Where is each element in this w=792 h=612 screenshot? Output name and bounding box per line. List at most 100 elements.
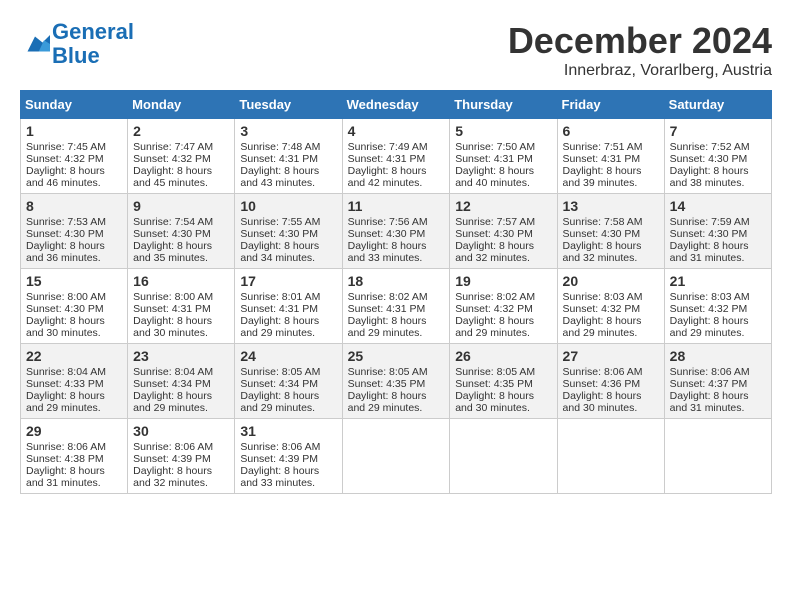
calendar-body: 1Sunrise: 7:45 AMSunset: 4:32 PMDaylight…	[21, 119, 772, 494]
cell-line: and 31 minutes.	[670, 402, 766, 414]
day-number: 19	[455, 273, 551, 289]
cell-line: and 34 minutes.	[240, 252, 336, 264]
cell-line: Sunset: 4:31 PM	[563, 153, 659, 165]
cell-line: Sunrise: 8:06 AM	[26, 441, 122, 453]
cell-line: and 36 minutes.	[26, 252, 122, 264]
calendar-cell	[557, 419, 664, 494]
logo: General Blue	[20, 20, 134, 68]
cell-line: Sunset: 4:30 PM	[563, 228, 659, 240]
cell-line: Daylight: 8 hours	[670, 315, 766, 327]
cell-line: Sunrise: 8:00 AM	[133, 291, 229, 303]
cell-line: Daylight: 8 hours	[455, 165, 551, 177]
day-number: 22	[26, 348, 122, 364]
cell-line: Sunset: 4:34 PM	[133, 378, 229, 390]
cell-line: Daylight: 8 hours	[240, 165, 336, 177]
day-number: 17	[240, 273, 336, 289]
calendar-cell: 15Sunrise: 8:00 AMSunset: 4:30 PMDayligh…	[21, 269, 128, 344]
cell-line: Sunset: 4:38 PM	[26, 453, 122, 465]
day-number: 28	[670, 348, 766, 364]
cell-line: Sunrise: 7:51 AM	[563, 141, 659, 153]
cell-line: and 32 minutes.	[133, 477, 229, 489]
cell-line: and 33 minutes.	[348, 252, 445, 264]
cell-line: Sunrise: 8:00 AM	[26, 291, 122, 303]
calendar-week-row: 1Sunrise: 7:45 AMSunset: 4:32 PMDaylight…	[21, 119, 772, 194]
cell-line: and 31 minutes.	[670, 252, 766, 264]
day-number: 8	[26, 198, 122, 214]
day-number: 15	[26, 273, 122, 289]
cell-line: Sunset: 4:31 PM	[455, 153, 551, 165]
cell-line: Sunset: 4:31 PM	[133, 303, 229, 315]
cell-line: Sunset: 4:39 PM	[240, 453, 336, 465]
calendar-cell: 7Sunrise: 7:52 AMSunset: 4:30 PMDaylight…	[664, 119, 771, 194]
cell-line: and 39 minutes.	[563, 177, 659, 189]
cell-line: and 29 minutes.	[26, 402, 122, 414]
day-number: 23	[133, 348, 229, 364]
calendar-cell: 27Sunrise: 8:06 AMSunset: 4:36 PMDayligh…	[557, 344, 664, 419]
cell-line: Sunrise: 8:05 AM	[240, 366, 336, 378]
logo-line2: Blue	[52, 43, 100, 68]
weekday-header-cell: Friday	[557, 91, 664, 119]
cell-line: Daylight: 8 hours	[26, 165, 122, 177]
weekday-header-cell: Saturday	[664, 91, 771, 119]
cell-line: Sunset: 4:30 PM	[455, 228, 551, 240]
calendar-cell: 26Sunrise: 8:05 AMSunset: 4:35 PMDayligh…	[450, 344, 557, 419]
day-number: 24	[240, 348, 336, 364]
cell-line: Sunrise: 8:03 AM	[670, 291, 766, 303]
calendar-cell: 21Sunrise: 8:03 AMSunset: 4:32 PMDayligh…	[664, 269, 771, 344]
cell-line: Daylight: 8 hours	[348, 165, 445, 177]
calendar-cell: 28Sunrise: 8:06 AMSunset: 4:37 PMDayligh…	[664, 344, 771, 419]
calendar-cell: 8Sunrise: 7:53 AMSunset: 4:30 PMDaylight…	[21, 194, 128, 269]
cell-line: Daylight: 8 hours	[455, 315, 551, 327]
day-number: 31	[240, 423, 336, 439]
day-number: 5	[455, 123, 551, 139]
weekday-header-row: SundayMondayTuesdayWednesdayThursdayFrid…	[21, 91, 772, 119]
day-number: 13	[563, 198, 659, 214]
day-number: 18	[348, 273, 445, 289]
day-number: 2	[133, 123, 229, 139]
cell-line: and 42 minutes.	[348, 177, 445, 189]
cell-line: Sunrise: 7:50 AM	[455, 141, 551, 153]
day-number: 14	[670, 198, 766, 214]
calendar-cell: 12Sunrise: 7:57 AMSunset: 4:30 PMDayligh…	[450, 194, 557, 269]
cell-line: and 31 minutes.	[26, 477, 122, 489]
day-number: 27	[563, 348, 659, 364]
calendar-week-row: 8Sunrise: 7:53 AMSunset: 4:30 PMDaylight…	[21, 194, 772, 269]
cell-line: Daylight: 8 hours	[563, 165, 659, 177]
cell-line: Sunset: 4:32 PM	[455, 303, 551, 315]
day-number: 25	[348, 348, 445, 364]
cell-line: Daylight: 8 hours	[348, 240, 445, 252]
calendar-cell	[664, 419, 771, 494]
cell-line: Sunset: 4:35 PM	[348, 378, 445, 390]
cell-line: Sunset: 4:31 PM	[348, 303, 445, 315]
title-block: December 2024 Innerbraz, Vorarlberg, Aus…	[508, 20, 772, 80]
cell-line: Sunrise: 8:06 AM	[670, 366, 766, 378]
calendar-cell: 16Sunrise: 8:00 AMSunset: 4:31 PMDayligh…	[128, 269, 235, 344]
day-number: 10	[240, 198, 336, 214]
cell-line: Daylight: 8 hours	[670, 390, 766, 402]
page-header: General Blue December 2024 Innerbraz, Vo…	[20, 20, 772, 80]
calendar-cell: 10Sunrise: 7:55 AMSunset: 4:30 PMDayligh…	[235, 194, 342, 269]
cell-line: and 29 minutes.	[348, 327, 445, 339]
day-number: 7	[670, 123, 766, 139]
cell-line: and 46 minutes.	[26, 177, 122, 189]
day-number: 21	[670, 273, 766, 289]
cell-line: Sunrise: 7:55 AM	[240, 216, 336, 228]
cell-line: Sunset: 4:35 PM	[455, 378, 551, 390]
calendar-cell: 25Sunrise: 8:05 AMSunset: 4:35 PMDayligh…	[342, 344, 450, 419]
cell-line: Sunrise: 8:05 AM	[455, 366, 551, 378]
cell-line: Sunrise: 8:06 AM	[563, 366, 659, 378]
cell-line: Sunrise: 8:01 AM	[240, 291, 336, 303]
calendar-cell: 3Sunrise: 7:48 AMSunset: 4:31 PMDaylight…	[235, 119, 342, 194]
day-number: 9	[133, 198, 229, 214]
calendar-cell: 17Sunrise: 8:01 AMSunset: 4:31 PMDayligh…	[235, 269, 342, 344]
day-number: 29	[26, 423, 122, 439]
calendar-cell: 2Sunrise: 7:47 AMSunset: 4:32 PMDaylight…	[128, 119, 235, 194]
cell-line: Sunrise: 8:04 AM	[133, 366, 229, 378]
cell-line: Daylight: 8 hours	[455, 240, 551, 252]
cell-line: Sunset: 4:33 PM	[26, 378, 122, 390]
cell-line: Daylight: 8 hours	[26, 240, 122, 252]
cell-line: and 43 minutes.	[240, 177, 336, 189]
cell-line: Sunrise: 7:56 AM	[348, 216, 445, 228]
calendar-cell: 6 Sunrise: 7:51 AMSunset: 4:31 PMDaylight…	[557, 119, 664, 194]
day-number: 6	[563, 123, 659, 139]
